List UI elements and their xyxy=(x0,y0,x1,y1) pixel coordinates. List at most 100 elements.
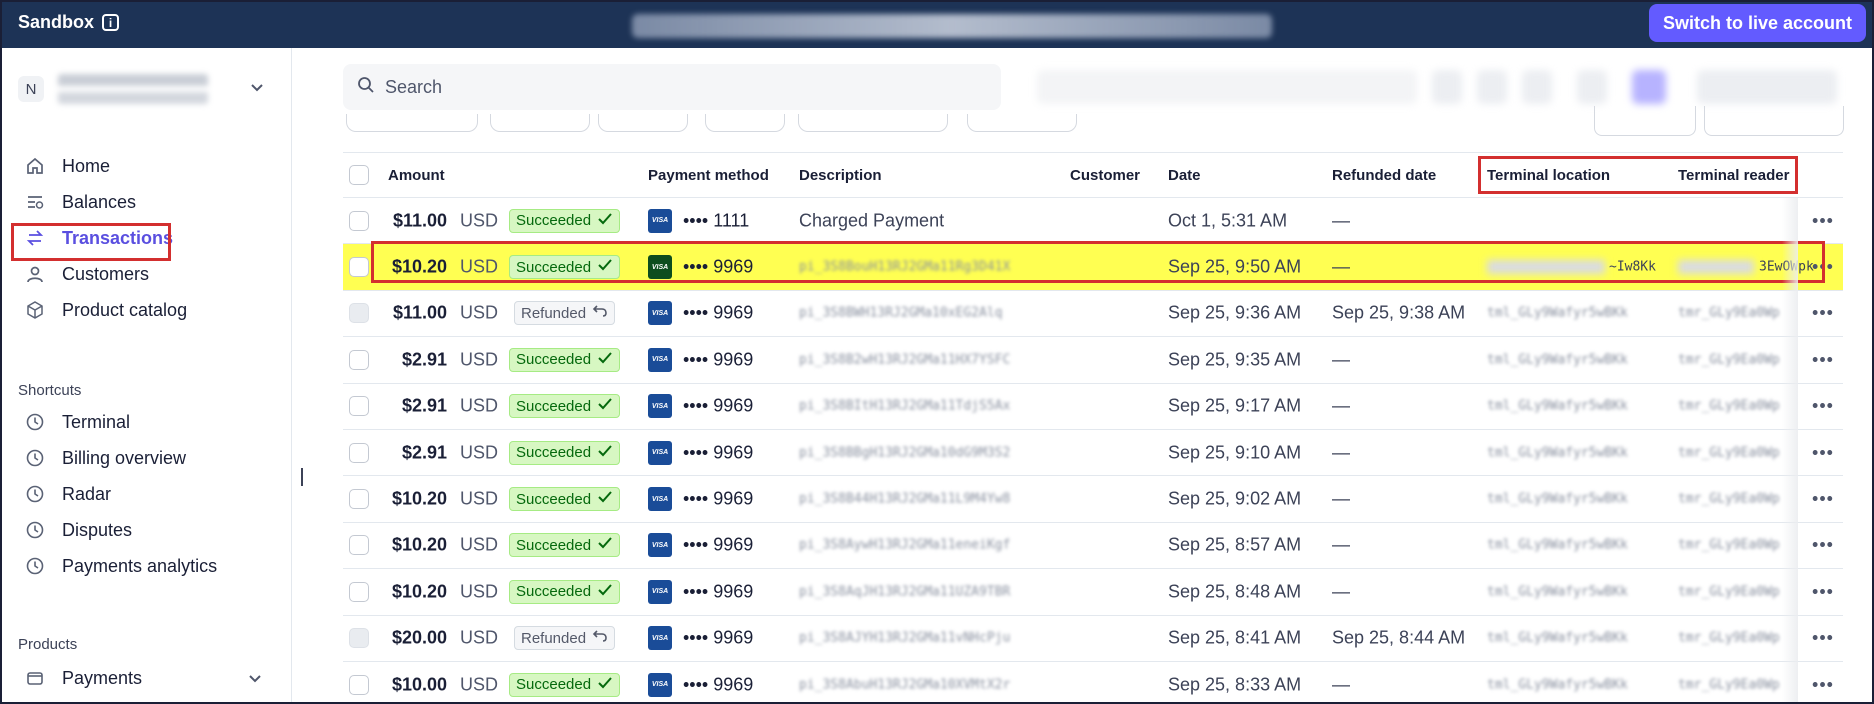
blurred-icon-button[interactable] xyxy=(1432,70,1462,104)
row-checkbox[interactable] xyxy=(349,396,369,417)
shortcuts-nav: Terminal Billing overview Radar Disputes… xyxy=(12,404,272,584)
nav-item-balances[interactable]: Balances xyxy=(12,184,272,220)
visa-card-icon: VISA xyxy=(648,347,672,372)
row-checkbox[interactable] xyxy=(349,535,369,556)
header-amount[interactable]: Amount xyxy=(388,167,445,184)
sandbox-banner: Sandbox i Switch to live account xyxy=(2,2,1872,48)
more-options-icon[interactable]: ••• xyxy=(1803,674,1843,695)
description-id-blurred: pi_3S8BouH13RJ2GMa11Rg3D41X xyxy=(799,259,1011,275)
filter-chip[interactable] xyxy=(346,114,478,132)
date-text: Sep 25, 8:41 AM xyxy=(1168,627,1302,648)
shortcut-billing-overview[interactable]: Billing overview xyxy=(12,440,272,476)
header-customer[interactable]: Customer xyxy=(1070,167,1140,184)
description-id-blurred: pi_3S8B44H13RJ2GMa11L9M4Yw8 xyxy=(799,491,1011,507)
row-checkbox[interactable] xyxy=(349,303,369,324)
more-options-icon[interactable]: ••• xyxy=(1803,442,1843,463)
blurred-icon-button[interactable] xyxy=(1577,70,1607,104)
header-description[interactable]: Description xyxy=(799,167,882,184)
header-terminal-reader[interactable]: Terminal reader xyxy=(1678,167,1789,184)
description-text: Charged Payment xyxy=(799,210,945,231)
chevron-down-icon[interactable] xyxy=(248,668,262,689)
row-checkbox[interactable] xyxy=(349,674,369,695)
more-options-icon[interactable]: ••• xyxy=(1803,535,1843,556)
filter-chip[interactable] xyxy=(490,114,590,132)
visa-card-icon: VISA xyxy=(648,579,672,604)
table-row[interactable]: $20.00 USD Refunded VISA •••• 9969 pi_3S… xyxy=(343,616,1843,662)
row-checkbox[interactable] xyxy=(349,581,369,602)
currency-code: USD xyxy=(460,534,499,555)
more-options-icon[interactable]: ••• xyxy=(1803,489,1843,510)
row-checkbox[interactable] xyxy=(349,628,369,649)
terminal-reader-id: tmr_GLy9Ea0Wp xyxy=(1678,445,1780,461)
account-switcher[interactable]: N xyxy=(18,74,208,104)
table-row[interactable]: $11.00 USD Refunded VISA •••• 9969 pi_3S… xyxy=(343,291,1843,338)
switch-to-live-button[interactable]: Switch to live account xyxy=(1648,4,1866,42)
shortcut-radar[interactable]: Radar xyxy=(12,476,272,512)
select-all-checkbox[interactable] xyxy=(349,165,369,185)
blurred-icon-button[interactable] xyxy=(1477,70,1507,104)
nav-item-product-catalog[interactable]: Product catalog xyxy=(12,292,272,328)
amount-value: $2.91 xyxy=(401,442,447,463)
nav-item-home[interactable]: Home xyxy=(12,148,272,184)
checkmark-icon xyxy=(597,397,613,415)
table-row[interactable]: $2.91 USD Succeeded VISA •••• 9969 pi_3S… xyxy=(343,384,1843,430)
row-checkbox[interactable] xyxy=(349,442,369,463)
shortcut-payments-analytics[interactable]: Payments analytics xyxy=(12,548,272,584)
header-date[interactable]: Date xyxy=(1168,167,1201,184)
more-options-icon[interactable]: ••• xyxy=(1803,581,1843,602)
filter-chip[interactable] xyxy=(798,114,948,132)
shortcut-disputes[interactable]: Disputes xyxy=(12,512,272,548)
status-text: Succeeded xyxy=(516,583,592,601)
sidebar-resize-handle[interactable] xyxy=(301,468,303,486)
redacted-reader-prefix xyxy=(1678,260,1754,275)
blurred-avatar[interactable] xyxy=(1632,70,1666,104)
table-row[interactable]: $11.00 USD Succeeded VISA •••• 1111 Char… xyxy=(343,198,1843,245)
table-row[interactable]: $2.91 USD Succeeded VISA •••• 9969 pi_3S… xyxy=(343,337,1843,384)
table-row[interactable]: $10.20 USD Succeeded VISA •••• 9969 pi_3… xyxy=(343,476,1843,523)
table-row[interactable]: $10.20 USD Succeeded VISA •••• 9969 pi_3… xyxy=(343,523,1843,570)
row-checkbox[interactable] xyxy=(349,210,369,231)
visa-card-icon: VISA xyxy=(648,440,672,465)
header-terminal-location[interactable]: Terminal location xyxy=(1487,167,1610,184)
refund-icon xyxy=(592,629,608,647)
blurred-create-button[interactable] xyxy=(1697,70,1837,104)
more-options-icon[interactable]: ••• xyxy=(1803,257,1843,278)
filter-chip[interactable] xyxy=(705,114,785,132)
chevron-down-icon[interactable] xyxy=(250,80,264,96)
export-button[interactable] xyxy=(1594,106,1696,136)
header-payment-method[interactable]: Payment method xyxy=(648,167,769,184)
checkmark-icon xyxy=(597,212,613,230)
status-text: Succeeded xyxy=(516,490,592,508)
search-bar[interactable]: Search xyxy=(343,64,1001,110)
nav-item-customers[interactable]: Customers xyxy=(12,256,272,292)
status-text: Succeeded xyxy=(516,351,592,369)
more-options-icon[interactable]: ••• xyxy=(1803,396,1843,417)
product-payments[interactable]: Payments xyxy=(12,660,272,696)
terminal-reader-id: tmr_GLy9Ea0Wp xyxy=(1678,491,1780,507)
status-text: Refunded xyxy=(521,629,587,647)
date-text: Sep 25, 9:50 AM xyxy=(1168,256,1302,277)
more-options-icon[interactable]: ••• xyxy=(1803,210,1843,231)
blurred-icon-button[interactable] xyxy=(1522,70,1552,104)
card-last4: •••• 9969 xyxy=(683,581,754,602)
info-icon[interactable]: i xyxy=(102,14,120,31)
more-options-icon[interactable]: ••• xyxy=(1803,628,1843,649)
terminal-location-id: tml_GLy9Wafyr5wBKk xyxy=(1487,445,1628,461)
more-options-icon[interactable]: ••• xyxy=(1803,349,1843,370)
visa-card-icon: VISA xyxy=(648,208,672,233)
table-row[interactable]: $10.00 USD Succeeded VISA •••• 9969 pi_3… xyxy=(343,662,1843,702)
table-row[interactable]: $10.20 USD Succeeded VISA •••• 9969 pi_3… xyxy=(343,569,1843,616)
filter-chip[interactable] xyxy=(598,114,688,132)
shortcut-terminal[interactable]: Terminal xyxy=(12,404,272,440)
currency-code: USD xyxy=(460,442,499,463)
table-row[interactable]: $10.20 USD Succeeded VISA •••• 9969 pi_3… xyxy=(343,244,1843,291)
more-options-icon[interactable]: ••• xyxy=(1803,303,1843,324)
filter-chip[interactable] xyxy=(967,114,1077,132)
table-row[interactable]: $2.91 USD Succeeded VISA •••• 9969 pi_3S… xyxy=(343,430,1843,477)
row-checkbox[interactable] xyxy=(349,489,369,510)
header-refunded-date[interactable]: Refunded date xyxy=(1332,167,1436,184)
row-checkbox[interactable] xyxy=(349,349,369,370)
row-checkbox[interactable] xyxy=(349,257,369,278)
terminal-location-id: tml_GLy9Wafyr5wBKk xyxy=(1487,537,1628,553)
edit-columns-button[interactable] xyxy=(1704,106,1844,136)
